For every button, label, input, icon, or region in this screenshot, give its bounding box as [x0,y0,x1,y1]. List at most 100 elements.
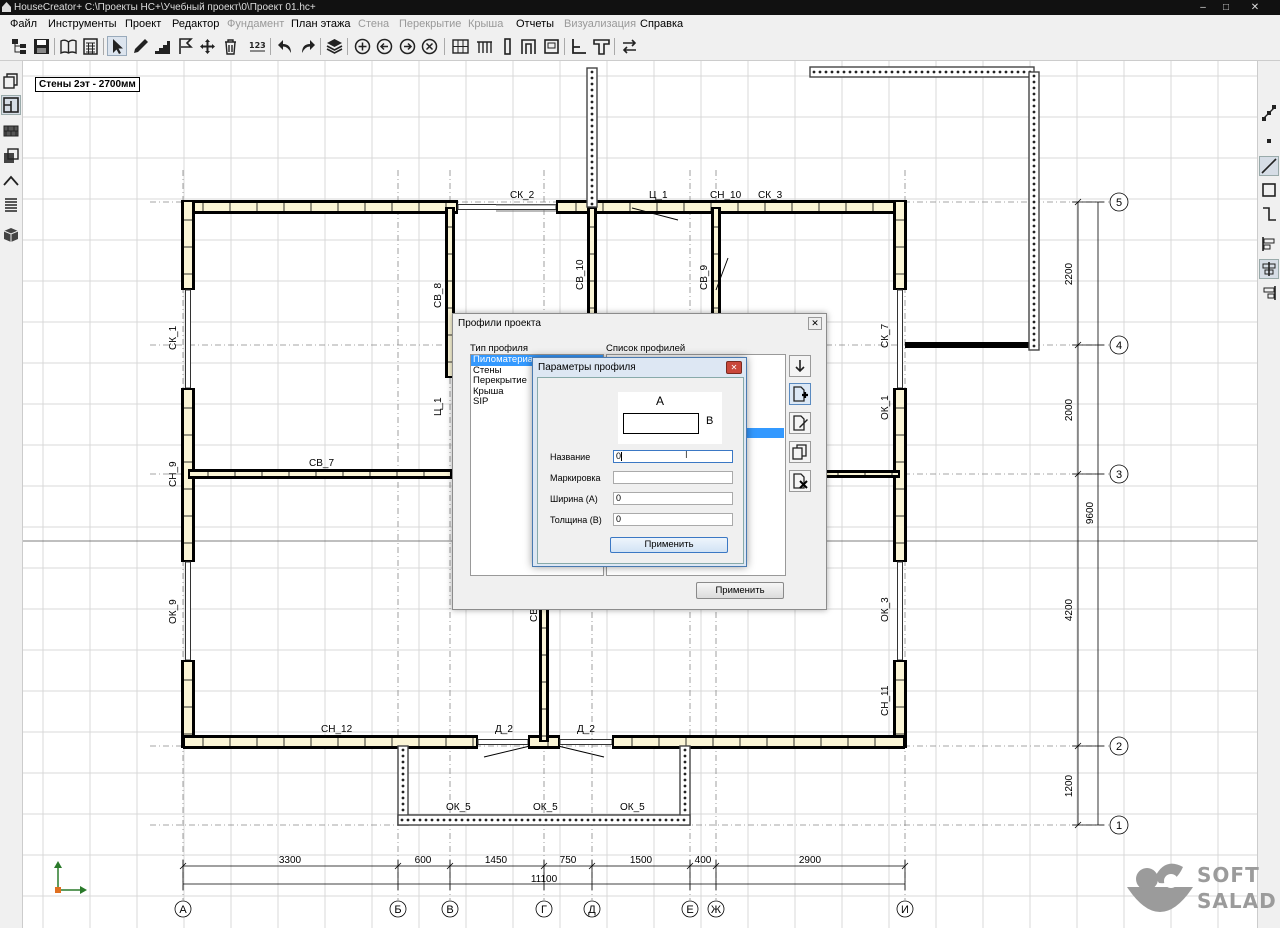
wall-segment[interactable] [893,660,907,748]
width-field[interactable]: 0 [613,492,733,505]
zoom-back-button[interactable] [374,36,394,56]
wall-button[interactable] [1,121,21,141]
project-tree-button[interactable] [9,36,29,56]
align-center-button[interactable] [1259,259,1279,279]
draw-button[interactable] [130,36,150,56]
window-segment[interactable] [559,739,613,745]
rect-button[interactable] [1259,180,1279,200]
align-left-button[interactable] [1259,234,1279,254]
menu-help[interactable]: Справка [640,18,683,30]
close-icon[interactable]: ✕ [726,361,742,374]
window-tool-button[interactable] [541,36,561,56]
menu-wall[interactable]: Стена [358,18,389,30]
wall-label: СН_10 [710,190,742,201]
select-button[interactable] [107,36,127,56]
t-profile-button[interactable] [591,36,611,56]
numbering-button[interactable]: 123 [247,36,267,56]
delete-profile-icon [793,473,808,489]
plan-button[interactable] [1,95,21,115]
delete-button[interactable] [220,36,240,56]
wall-segment[interactable] [183,735,478,749]
grid-button[interactable] [450,36,470,56]
menu-editor[interactable]: Редактор [172,18,219,30]
wall-segment[interactable] [679,745,691,826]
window-segment[interactable] [185,561,191,661]
wall-segment[interactable] [587,207,597,330]
roof-button[interactable] [1,171,21,191]
swap-button[interactable] [619,36,639,56]
wall-segment[interactable] [556,200,905,214]
align-right-button[interactable] [1259,283,1279,303]
wall-segment[interactable] [818,470,900,478]
wall-segment[interactable] [397,814,691,826]
wall-segment[interactable] [612,735,905,749]
window-segment[interactable] [477,739,529,745]
menu-tools[interactable]: Инструменты [48,18,117,30]
field-label-width: Ширина (А) [550,494,598,504]
menu-visualization[interactable]: Визуализация [564,18,636,30]
layers-button[interactable] [324,36,344,56]
menu-floor[interactable]: Перекрытие [399,18,461,30]
calculator-button[interactable] [80,36,100,56]
apply-button[interactable]: Применить [696,582,784,599]
zoom-forward-button[interactable] [397,36,417,56]
wall-segment[interactable] [181,660,195,748]
undo-button[interactable] [275,36,295,56]
window-segment[interactable] [897,289,903,389]
menu-file[interactable]: Файл [10,18,37,30]
move-down-button[interactable] [789,355,811,377]
apply-params-button[interactable]: Применить [610,537,728,553]
menu-floor-plan[interactable]: План этажа [291,18,350,30]
window-segment[interactable] [185,289,191,389]
wall-segment[interactable] [181,200,195,290]
close-window-button[interactable]: ✕ [1244,0,1266,15]
menu-reports[interactable]: Отчеты [516,18,554,30]
flag-button[interactable] [175,36,195,56]
delete-profile-button[interactable] [789,470,811,492]
redo-button[interactable] [297,36,317,56]
3d-button[interactable] [1,225,21,245]
layer-label: Стены 2эт - 2700мм [35,77,140,92]
menu-project[interactable]: Проект [125,18,161,30]
zoom-in-button[interactable] [352,36,372,56]
edit-profile-button[interactable] [789,412,811,434]
wall-segment[interactable] [183,200,458,214]
frame-button[interactable] [518,36,538,56]
column-button[interactable] [497,36,517,56]
menu-roof[interactable]: Крыша [468,18,503,30]
move-button[interactable] [197,36,217,56]
wall-segment[interactable] [539,608,549,742]
beam-button[interactable] [474,36,494,56]
wall-segment[interactable] [397,745,409,826]
line-button[interactable] [1259,156,1279,176]
corner-button[interactable] [568,36,588,56]
book-button[interactable] [58,36,78,56]
wall-segment[interactable] [586,67,598,208]
copy-profile-button[interactable] [789,441,811,463]
menu-foundation[interactable]: Фундамент [227,18,284,30]
list-button[interactable] [1,195,21,215]
name-field[interactable]: 0I [613,450,733,463]
copy-floor-button[interactable] [1,146,21,166]
polyline-button[interactable] [1259,204,1279,224]
add-profile-button[interactable] [789,383,811,405]
close-icon[interactable]: ✕ [808,317,822,330]
profile-list-selected-row[interactable] [747,428,784,438]
marking-field[interactable] [613,471,733,484]
minimize-button[interactable]: – [1192,0,1214,15]
point-button[interactable] [1259,131,1279,151]
wall-segment[interactable] [188,469,452,479]
snap-node-button[interactable] [1259,103,1279,123]
zoom-reset-button[interactable] [419,36,439,56]
stairs-button[interactable] [152,36,172,56]
wall-segment[interactable] [809,66,1035,78]
wall-segment[interactable] [711,207,721,330]
wall-segment[interactable] [1028,71,1040,351]
window-segment[interactable] [897,561,903,661]
wall-segment[interactable] [905,342,1034,348]
sheets-button[interactable] [1,71,21,91]
thickness-field[interactable]: 0 [613,513,733,526]
save-button[interactable] [31,36,51,56]
maximize-button[interactable]: □ [1215,0,1237,15]
wall-segment[interactable] [893,200,907,290]
